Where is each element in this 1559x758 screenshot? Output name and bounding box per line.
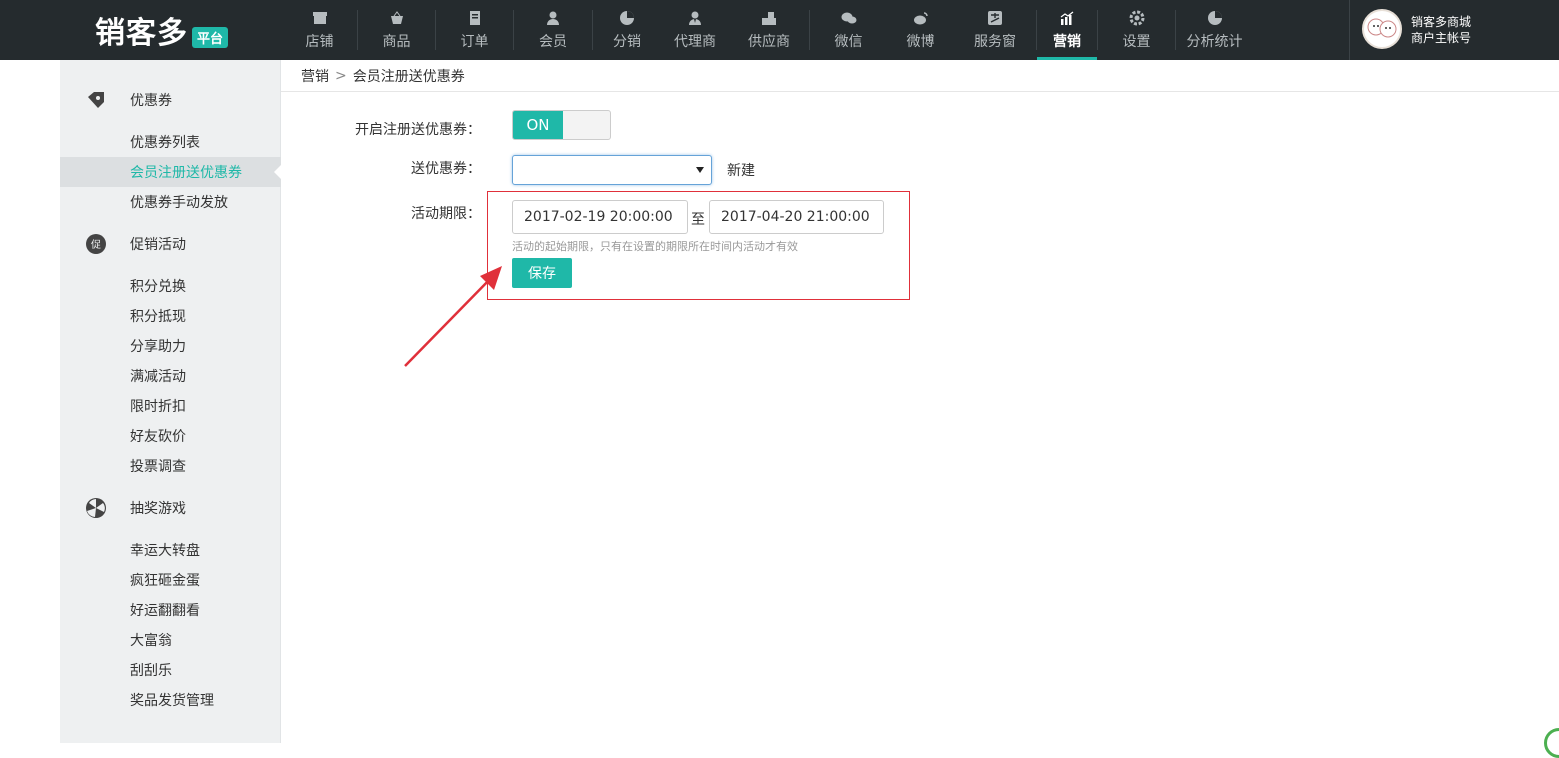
nav-item-label: 微博 xyxy=(906,33,935,50)
new-coupon-link[interactable]: 新建 xyxy=(727,160,755,180)
nav-item-label: 分销 xyxy=(613,33,641,50)
sidebar-item[interactable]: 刮刮乐 xyxy=(60,655,281,685)
annotation-arrow-icon xyxy=(404,266,502,367)
nav-item-chart[interactable]: 营销 xyxy=(1037,0,1097,60)
sidebar-item[interactable]: 优惠券手动发放 xyxy=(60,187,281,217)
sidebar-group[interactable]: 抽奖游戏 xyxy=(60,493,281,523)
nav-item-label: 会员 xyxy=(539,33,567,50)
user-menu[interactable]: 销客多商城 商户主帐号 xyxy=(1349,0,1559,60)
nav-item-label: 微信 xyxy=(834,33,863,50)
chart-icon xyxy=(1059,10,1075,26)
coupon-select[interactable] xyxy=(512,155,712,185)
store-icon xyxy=(312,10,328,26)
coupon-label: 送优惠券： xyxy=(411,161,481,177)
stats-icon xyxy=(1207,10,1223,26)
sidebar-group[interactable]: 优惠券 xyxy=(60,85,281,115)
nav-item-pie[interactable]: 分销 xyxy=(593,0,661,60)
alipay-icon xyxy=(987,10,1003,26)
weibo-icon xyxy=(913,10,929,26)
sidebar-item[interactable]: 积分抵现 xyxy=(60,301,281,331)
nav-item-gear[interactable]: 设置 xyxy=(1098,0,1175,60)
sidebar-item[interactable]: 好运翻翻看 xyxy=(60,595,281,625)
sidebar-item[interactable]: 幸运大转盘 xyxy=(60,535,281,565)
nav-item-store[interactable]: 店铺 xyxy=(282,0,357,60)
logo-badge: 平台 xyxy=(192,26,229,48)
sidebar-group-label: 促销活动 xyxy=(130,237,186,253)
sidebar-item[interactable]: 好友砍价 xyxy=(60,421,281,451)
nav-item-supplier[interactable]: 供应商 xyxy=(729,0,809,60)
save-button[interactable]: 保存 xyxy=(512,258,572,288)
breadcrumb: 营销 > 会员注册送优惠券 xyxy=(281,60,1559,92)
date-range-separator: 至 xyxy=(691,212,705,228)
nav-item-stats[interactable]: 分析统计 xyxy=(1176,0,1253,60)
member-icon xyxy=(545,10,561,26)
supplier-icon xyxy=(761,10,777,26)
sidebar-group[interactable]: 促 促销活动 xyxy=(60,229,281,259)
agent-icon xyxy=(687,10,703,26)
start-date-input[interactable]: 2017-02-19 20:00:00 xyxy=(512,200,688,234)
avatar[interactable] xyxy=(1362,9,1402,49)
sidebar-item[interactable]: 会员注册送优惠券 xyxy=(60,157,282,187)
enable-label: 开启注册送优惠券： xyxy=(355,122,481,138)
period-label: 活动期限： xyxy=(411,206,481,222)
sidebar-item[interactable]: 限时折扣 xyxy=(60,391,281,421)
sidebar-item[interactable]: 投票调查 xyxy=(60,451,281,481)
sidebar-item[interactable]: 分享助力 xyxy=(60,331,281,361)
nav-item-label: 分析统计 xyxy=(1186,33,1243,50)
nav-item-weibo[interactable]: 微博 xyxy=(887,0,954,60)
sidebar-group-label: 抽奖游戏 xyxy=(130,501,186,517)
sidebar-item[interactable]: 大富翁 xyxy=(60,625,281,655)
order-icon xyxy=(467,10,483,26)
lottery-icon xyxy=(85,497,107,519)
svg-text:促: 促 xyxy=(91,238,101,251)
end-date-input[interactable]: 2017-04-20 21:00:00 xyxy=(709,200,884,234)
breadcrumb-parent[interactable]: 营销 xyxy=(301,66,329,86)
gear-icon xyxy=(1129,10,1145,26)
basket-icon xyxy=(389,10,405,26)
nav-item-alipay[interactable]: 服务窗 xyxy=(954,0,1036,60)
sidebar-item[interactable]: 疯狂砸金蛋 xyxy=(60,565,281,595)
main-nav: 店铺 商品 订单 会员 分销 代理商 供应商 微信 微博 服务窗 营销 设置 分析统计 xyxy=(282,0,1253,60)
toggle-on-state: ON xyxy=(513,111,563,139)
nav-item-order[interactable]: 订单 xyxy=(436,0,513,60)
sidebar-item[interactable]: 奖品发货管理 xyxy=(60,685,281,715)
sidebar-group-label: 优惠券 xyxy=(130,93,172,109)
user-role: 商户主帐号 xyxy=(1411,31,1472,45)
nav-item-label: 供应商 xyxy=(748,33,790,50)
nav-item-label: 订单 xyxy=(460,33,489,50)
nav-item-label: 代理商 xyxy=(674,33,716,50)
breadcrumb-separator: > xyxy=(335,67,347,84)
nav-item-member[interactable]: 会员 xyxy=(514,0,592,60)
nav-item-agent[interactable]: 代理商 xyxy=(661,0,729,60)
wechat-icon xyxy=(841,10,857,26)
enable-toggle[interactable]: ON xyxy=(512,110,611,140)
promo-icon: 促 xyxy=(85,233,107,255)
breadcrumb-current: 会员注册送优惠券 xyxy=(352,68,465,85)
nav-item-label: 服务窗 xyxy=(974,33,1016,50)
nav-item-basket[interactable]: 商品 xyxy=(358,0,435,60)
sidebar-item[interactable]: 优惠券列表 xyxy=(60,127,281,157)
nav-item-label: 营销 xyxy=(1053,33,1081,50)
logo-text: 销客多 xyxy=(95,16,188,51)
logo[interactable]: 销客多 平台 xyxy=(95,10,229,51)
floating-widget-icon[interactable] xyxy=(1544,728,1559,758)
nav-item-label: 设置 xyxy=(1122,33,1151,50)
nav-item-label: 商品 xyxy=(382,33,411,50)
user-name: 销客多商城 xyxy=(1411,15,1472,29)
coupon-icon xyxy=(85,89,107,111)
period-hint: 活动的起始期限，只有在设置的期限所在时间内活动才有效 xyxy=(512,240,798,253)
pie-icon xyxy=(619,10,635,26)
top-navbar: 销客多 平台 店铺 商品 订单 会员 分销 代理商 供应商 微信 微博 服务窗 营销 设置 分析统计 销… xyxy=(0,0,1559,60)
sidebar-item[interactable]: 积分兑换 xyxy=(60,271,281,301)
nav-item-label: 店铺 xyxy=(305,33,334,50)
sidebar: 优惠券优惠券列表 会员注册送优惠券 优惠券手动发放促 促销活动积分兑换 积分抵现 分享助力… xyxy=(60,60,282,743)
nav-item-wechat[interactable]: 微信 xyxy=(810,0,887,60)
caret-down-icon xyxy=(696,167,704,177)
sidebar-item[interactable]: 满减活动 xyxy=(60,361,281,391)
